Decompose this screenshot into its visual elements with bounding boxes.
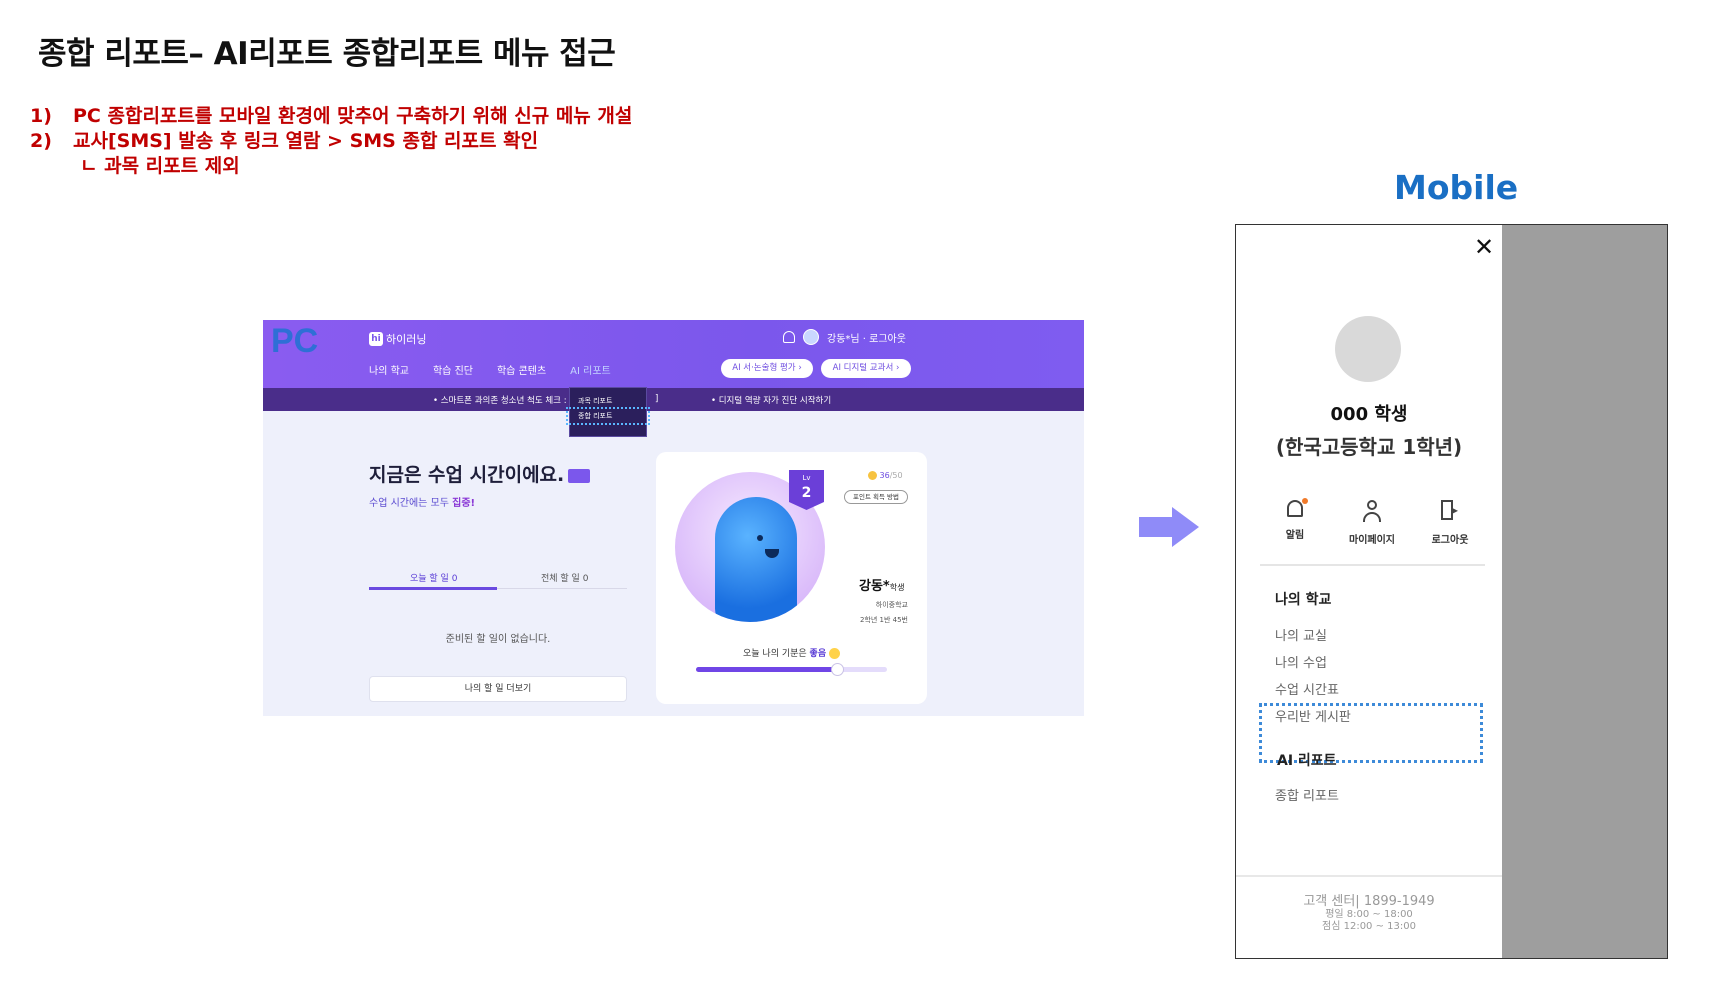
pc-header: PC hi 하이러닝 강동*님 · 로그아웃 나의 학교 학습 진단 학습 콘텐… [263, 320, 1084, 388]
menu-section-my-school: 나의 학교 [1275, 592, 1332, 608]
banner-left-end: ] [655, 394, 659, 404]
pc-screenshot: PC hi 하이러닝 강동*님 · 로그아웃 나의 학교 학습 진단 학습 콘텐… [263, 320, 1084, 716]
tab-underline [369, 587, 497, 590]
slide-title: 종합 리포트– AI리포트 종합리포트 메뉴 접근 [38, 36, 616, 72]
student-name: 강동*학생 [859, 575, 904, 594]
subtext-emphasis: 집중! [452, 498, 476, 509]
points-value: 36 [879, 471, 890, 480]
pc-nav: 나의 학교 학습 진단 학습 콘텐츠 AI 리포트 [369, 362, 611, 377]
menu-item-class[interactable]: 나의 수업 [1275, 652, 1327, 671]
todo-tabs: 오늘 할 일 0 전체 할 일 0 [369, 567, 627, 590]
points: 36/50 [868, 471, 903, 480]
logo-icon: hi [369, 332, 383, 346]
mobile-menu-panel: ✕ 000 학생 (한국고등학교 1학년) 알림 마이페이지 ▸ 로그아웃 나의… [1236, 225, 1502, 958]
logout-label: 로그아웃 [1431, 535, 1469, 546]
pc-banner: • 스마트폰 과의존 청소년 척도 체크 : ] • 디지털 역량 자가 진단 … [263, 388, 1084, 411]
note-subnote: ㄴ 과목 리포트 제외 [80, 155, 240, 177]
note-1-number: 1) [30, 105, 52, 127]
notification-label: 알림 [1285, 530, 1305, 541]
student-name-text: 강동* [859, 579, 890, 594]
mood-text: 오늘 나의 기분은 [743, 649, 810, 659]
profile-card: Lv 2 36/50 포인트 획득 방법 강동*학생 하이중학교 2학년 1반 … [656, 452, 927, 704]
mypage-button[interactable]: 마이페이지 [1337, 500, 1407, 547]
menu-item-classroom[interactable]: 나의 교실 [1275, 625, 1327, 644]
greeting-text: 지금은 수업 시간이에요. [369, 464, 565, 486]
mobile-overlay[interactable] [1502, 225, 1667, 958]
character-eye [757, 535, 763, 541]
tab-today[interactable]: 오늘 할 일 0 [410, 571, 457, 584]
nav-content[interactable]: 학습 콘텐츠 [497, 362, 546, 377]
mobile-student-name: 000 학생 [1330, 404, 1408, 425]
pc-logo[interactable]: hi 하이러닝 [369, 331, 426, 347]
nav-my-school[interactable]: 나의 학교 [369, 362, 409, 377]
note-1-text: PC 종합리포트를 모바일 환경에 맞추어 구축하기 위해 신규 메뉴 개설 [73, 105, 633, 127]
mood-slider-knob[interactable] [831, 663, 845, 676]
notification-button[interactable]: 알림 [1260, 498, 1330, 542]
footer-divider [1236, 875, 1502, 877]
nav-diagnosis[interactable]: 학습 진단 [433, 362, 473, 377]
note-2-text: 교사[SMS] 발송 후 링크 열람 > SMS 종합 리포트 확인 [73, 130, 539, 152]
logo-text: 하이러닝 [386, 333, 427, 346]
character-mouth [765, 549, 779, 558]
pc-greeting: 지금은 수업 시간이에요. [369, 460, 591, 487]
mypage-label: 마이페이지 [1349, 535, 1395, 546]
mobile-footer: 고객 센터| 1899-1949 평일 8:00 ~ 18:00 점심 12:0… [1236, 890, 1502, 933]
subtext: 수업 시간에는 모두 [369, 498, 453, 509]
coin-icon [868, 471, 877, 480]
note-2: 2) 교사[SMS] 발송 후 링크 열람 > SMS 종합 리포트 확인 [30, 129, 632, 154]
mobile-actions: 알림 마이페이지 ▸ 로그아웃 [1260, 498, 1485, 550]
class-info: 2학년 1반 45번 [859, 616, 908, 624]
user-icon [1361, 500, 1383, 522]
ai-textbook-button[interactable]: AI 디지털 교과서 › [821, 359, 911, 378]
class-tag-icon [568, 468, 591, 483]
user-logout-text[interactable]: 강동*님 · 로그아웃 [827, 330, 906, 345]
student-school: 하이중학교 2학년 1반 45번 [860, 598, 908, 628]
logout-icon: ▸ [1439, 500, 1461, 522]
mood-slider[interactable] [696, 663, 887, 676]
slide-notes: 1) PC 종합리포트를 모바일 환경에 맞추어 구축하기 위해 신규 메뉴 개… [30, 104, 632, 179]
avatar [1335, 316, 1401, 382]
more-todo-button[interactable]: 나의 할 일 더보기 [369, 676, 627, 702]
mobile-heading: Mobile [1394, 168, 1519, 207]
right-arrow-icon [1139, 507, 1199, 547]
customer-center: 고객 센터| 1899-1949 [1303, 894, 1435, 909]
pc-user-area: 강동*님 · 로그아웃 [783, 329, 906, 345]
banner-right[interactable]: • 디지털 역량 자가 진단 시작하기 [711, 394, 831, 406]
level-label: Lv [802, 474, 811, 482]
menu-item-timetable[interactable]: 수업 시간표 [1275, 679, 1339, 698]
nav-ai-report[interactable]: AI 리포트 [570, 362, 611, 377]
highlight-box [566, 407, 650, 425]
menu-section-ai-report: AI 리포트 [1277, 753, 1337, 769]
avatar[interactable] [803, 329, 819, 345]
points-max: /50 [889, 471, 903, 480]
bell-icon[interactable] [783, 331, 795, 343]
student-suffix: 학생 [889, 583, 905, 592]
menu-item-total-report[interactable]: 종합 리포트 [1275, 785, 1339, 804]
level-value: 2 [801, 485, 812, 501]
mood: 오늘 나의 기분은 좋음 [656, 646, 927, 659]
school-name: 하이중학교 [875, 601, 908, 609]
ai-essay-button[interactable]: AI 서·논술형 평가 › [721, 359, 813, 378]
pc-tag: PC [271, 322, 319, 360]
level-badge: Lv 2 [789, 470, 824, 510]
pc-subtext: 수업 시간에는 모두 집중! [369, 494, 475, 509]
logout-button[interactable]: ▸ 로그아웃 [1415, 500, 1485, 547]
divider [1260, 564, 1485, 566]
sun-icon [828, 648, 840, 659]
mood-slider-fill [696, 667, 838, 672]
hours-weekday: 평일 8:00 ~ 18:00 [1325, 909, 1413, 920]
points-how-button[interactable]: 포인트 획득 방법 [844, 490, 908, 504]
mood-value: 좋음 [809, 649, 827, 659]
mobile-school: (한국고등학교 1학년) [1275, 435, 1463, 459]
character-icon [715, 497, 797, 622]
mobile-screenshot: ✕ 000 학생 (한국고등학교 1학년) 알림 마이페이지 ▸ 로그아웃 나의… [1235, 224, 1668, 959]
tab-all[interactable]: 전체 할 일 0 [541, 571, 588, 584]
empty-message: 준비된 할 일이 없습니다. [445, 634, 551, 645]
hours-lunch: 점심 12:00 ~ 13:00 [1322, 921, 1416, 932]
note-2-number: 2) [30, 130, 52, 152]
note-1: 1) PC 종합리포트를 모바일 환경에 맞추어 구축하기 위해 신규 메뉴 개… [30, 104, 632, 129]
banner-left[interactable]: • 스마트폰 과의존 청소년 척도 체크 : [433, 394, 567, 406]
close-icon[interactable]: ✕ [1474, 233, 1494, 261]
bell-icon [1287, 498, 1308, 517]
